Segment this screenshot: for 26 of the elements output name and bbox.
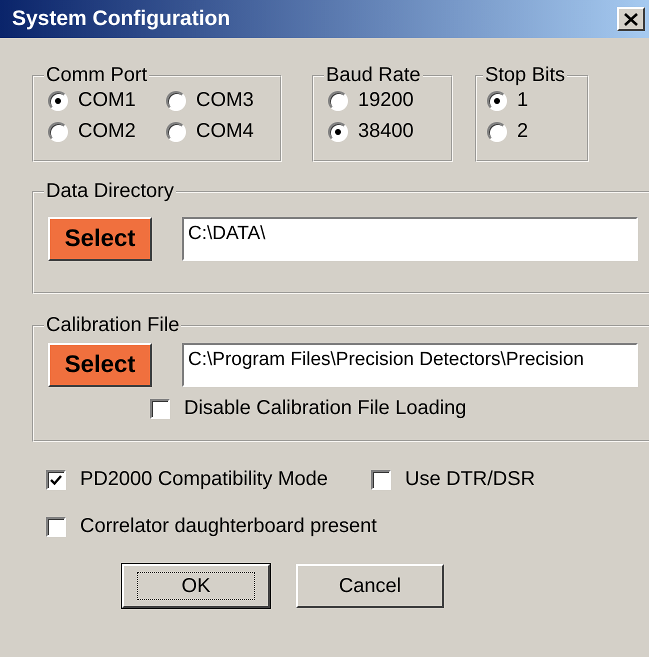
close-icon	[624, 12, 638, 26]
group-label: Calibration File	[45, 314, 180, 337]
select-button[interactable]: Select	[48, 217, 152, 261]
radio-option[interactable]: COM1	[48, 89, 148, 112]
ok-button[interactable]: OK	[122, 564, 270, 608]
group-label: Data Directory	[45, 180, 175, 203]
select-button[interactable]: Select	[48, 343, 152, 387]
radio-option[interactable]: COM2	[48, 120, 148, 143]
checkbox-option[interactable]: Disable Calibration File Loading	[150, 397, 466, 420]
radio-option[interactable]: 38400	[328, 120, 437, 143]
checkbox-option[interactable]: Correlator daughterboard present	[46, 515, 649, 538]
radio-option[interactable]: 19200	[328, 89, 437, 112]
group-label: Stop Bits	[484, 64, 566, 87]
group-label: Comm Port	[45, 64, 148, 87]
radio-option[interactable]: 2	[487, 120, 581, 143]
cancel-button[interactable]: Cancel	[296, 564, 444, 608]
close-button[interactable]	[617, 7, 645, 31]
group-label: Baud Rate	[325, 64, 422, 87]
radio-option[interactable]: 1	[487, 89, 581, 112]
checkbox-option[interactable]: PD2000 Compatibility Mode	[46, 468, 371, 491]
file-field[interactable]: C:\Program Files\Precision Detectors\Precision	[182, 343, 638, 387]
window-title: System Configuration	[12, 7, 230, 31]
radio-option[interactable]: COM4	[166, 120, 266, 143]
checkbox-option[interactable]: Use DTR/DSR	[371, 468, 649, 491]
radio-option[interactable]: COM3	[166, 89, 266, 112]
directory-field[interactable]: C:\DATA\	[182, 217, 638, 261]
